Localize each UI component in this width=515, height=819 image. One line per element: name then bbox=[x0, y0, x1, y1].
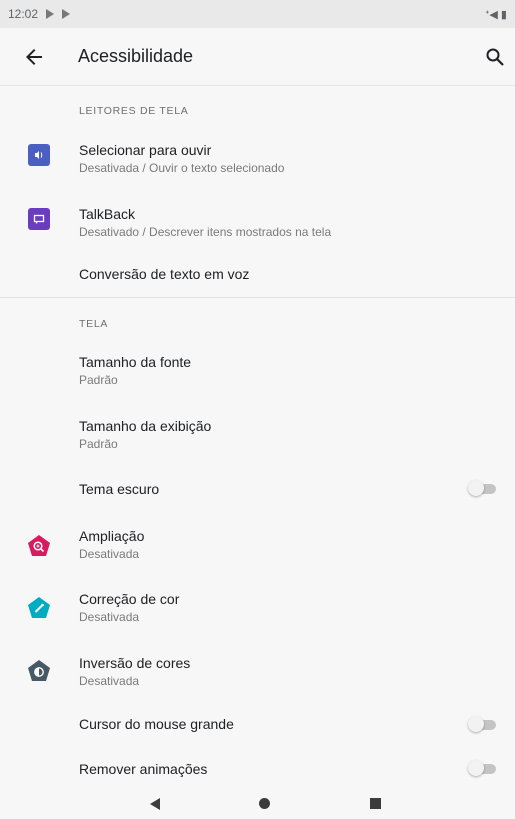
dark-theme-toggle[interactable] bbox=[468, 480, 496, 496]
remove-animations-toggle[interactable] bbox=[468, 760, 496, 776]
list-item-subtitle: Desativada bbox=[79, 547, 140, 561]
list-item-title: Conversão de texto em voz bbox=[79, 266, 250, 282]
section-header-screen-readers: LEITORES DE TELA bbox=[79, 105, 189, 117]
search-icon[interactable] bbox=[483, 45, 507, 69]
nav-home-icon[interactable] bbox=[259, 798, 270, 809]
list-item-remove-animations[interactable]: Remover animações bbox=[0, 752, 515, 786]
list-item-title: Tamanho da fonte bbox=[79, 354, 192, 370]
play-notification-icon bbox=[62, 9, 71, 19]
color-inversion-icon bbox=[28, 660, 50, 681]
list-item-title: Remover animações bbox=[79, 761, 208, 777]
list-item-select-to-speak[interactable]: Selecionar para ouvir Desativada / Ouvir… bbox=[0, 130, 515, 186]
select-to-speak-icon bbox=[28, 144, 50, 166]
list-item-subtitle: Desativado / Descrever itens mostrados n… bbox=[79, 225, 332, 239]
status-time: 12:02 bbox=[8, 7, 39, 21]
list-item-subtitle: Desativada bbox=[79, 610, 140, 624]
navigation-bar bbox=[0, 789, 515, 819]
talkback-icon bbox=[28, 208, 50, 230]
play-notification-icon bbox=[46, 9, 55, 19]
list-item-dark-theme[interactable]: Tema escuro bbox=[0, 470, 515, 508]
list-item-title: Cursor do mouse grande bbox=[79, 716, 234, 732]
list-item-title: Inversão de cores bbox=[79, 655, 191, 671]
signal-battery-icons: ᐩ◀ ▮ bbox=[485, 8, 507, 21]
list-item-title: Tamanho da exibição bbox=[79, 418, 212, 434]
list-item-title: Correção de cor bbox=[79, 591, 180, 607]
nav-recents-icon[interactable] bbox=[370, 798, 381, 809]
nav-back-icon[interactable] bbox=[150, 798, 160, 810]
list-item-subtitle: Desativada / Ouvir o texto selecionado bbox=[79, 161, 285, 175]
list-item-display-size[interactable]: Tamanho da exibição Padrão bbox=[0, 407, 515, 463]
list-item-title: Tema escuro bbox=[79, 481, 160, 497]
toggle-thumb bbox=[468, 716, 484, 732]
section-header-display: TELA bbox=[79, 318, 109, 330]
list-item-color-inversion[interactable]: Inversão de cores Desativada bbox=[0, 645, 515, 701]
app-bar: Acessibilidade bbox=[0, 28, 515, 86]
status-right: ᐩ◀ ▮ bbox=[485, 8, 507, 21]
list-item-talkback[interactable]: TalkBack Desativado / Descrever itens mo… bbox=[0, 194, 515, 250]
back-arrow-icon[interactable] bbox=[22, 45, 46, 69]
list-item-title: Selecionar para ouvir bbox=[79, 142, 212, 158]
list-item-font-size[interactable]: Tamanho da fonte Padrão bbox=[0, 343, 515, 399]
color-correction-icon bbox=[28, 597, 50, 618]
section-divider bbox=[0, 297, 515, 298]
list-item-subtitle: Padrão bbox=[79, 373, 118, 387]
list-item-subtitle: Desativada bbox=[79, 674, 140, 688]
list-item-large-mouse-cursor[interactable]: Cursor do mouse grande bbox=[0, 705, 515, 743]
list-item-title: Ampliação bbox=[79, 528, 145, 544]
page-title: Acessibilidade bbox=[78, 46, 194, 66]
list-item-magnification[interactable]: Ampliação Desativada bbox=[0, 518, 515, 574]
list-item-title: TalkBack bbox=[79, 206, 136, 222]
status-left: 12:02 bbox=[8, 7, 71, 21]
list-item-subtitle: Padrão bbox=[79, 437, 118, 451]
status-bar: 12:02 ᐩ◀ ▮ bbox=[0, 0, 515, 28]
toggle-thumb bbox=[468, 760, 484, 776]
list-item-text-to-speech[interactable]: Conversão de texto em voz bbox=[0, 256, 515, 294]
list-item-color-correction[interactable]: Correção de cor Desativada bbox=[0, 581, 515, 637]
toggle-thumb bbox=[468, 480, 484, 496]
magnification-icon bbox=[28, 535, 50, 556]
large-cursor-toggle[interactable] bbox=[468, 716, 496, 732]
